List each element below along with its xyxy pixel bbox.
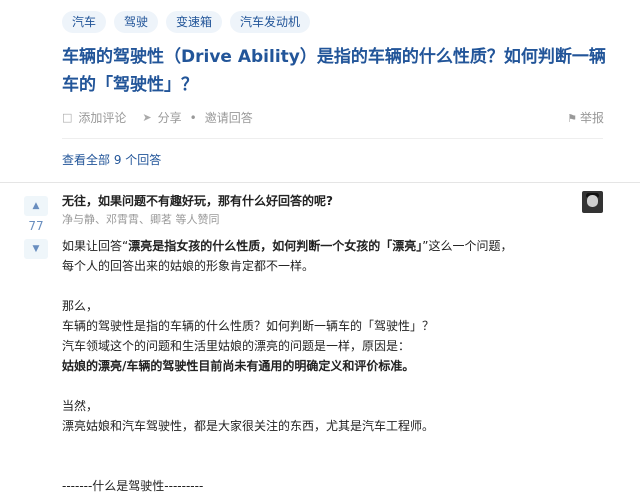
answer-line: 漂亮姑娘和汽车驾驶性，都是大家很关注的东西，尤其是汽车工程师。 (62, 416, 582, 436)
share-link[interactable]: 分享 (158, 109, 182, 126)
text: 那么， (62, 299, 99, 313)
text: 漂亮姑娘和汽车驾驶性，都是大家很关注的东西，尤其是汽车工程师。 (62, 419, 435, 433)
bold-text: 漂亮是指女孩的什么性质，如何判断一个女孩的「漂亮」 (128, 239, 423, 253)
text: ”这么一个问题， (422, 239, 513, 253)
vote-widget: ▲ 77 ▼ (24, 196, 48, 259)
question-title[interactable]: 车辆的驾驶性（Drive Ability）是指的车辆的什么性质？如何判断一辆车的… (62, 43, 607, 99)
vote-count: 77 (28, 219, 44, 233)
answer-line: 汽车领域这个的问题和生活里姑娘的漂亮的问题是一样，原因是： (62, 336, 582, 356)
view-all-answers-link[interactable]: 查看全部 9 个回答 (62, 151, 161, 168)
topic-tag[interactable]: 驾驶 (114, 11, 159, 33)
triangle-up-icon: ▲ (32, 201, 40, 211)
avatar[interactable] (582, 191, 603, 213)
comment-icon[interactable]: □ (62, 111, 72, 124)
answer-content: 如果让回答“漂亮是指女孩的什么性质，如何判断一个女孩的「漂亮」”这么一个问题， 每… (62, 236, 582, 496)
topic-tags: 汽车 驾驶 变速箱 汽车发动机 (62, 11, 311, 33)
text: 当然， (62, 399, 99, 413)
answer-line: 车辆的驾驶性是指的车辆的什么性质？如何判断一辆车的「驾驶性」？ (62, 316, 582, 336)
report-action[interactable]: ⚑ 举报 (567, 109, 604, 126)
question-actions: □ 添加评论 ➤ 分享 • 邀请回答 (62, 109, 253, 126)
bold-text: 姑娘的漂亮/车辆的驾驶性目前尚未有通用的明确定义和评价标准。 (62, 359, 415, 373)
topic-tag[interactable]: 汽车 (62, 11, 107, 33)
downvote-button[interactable]: ▼ (24, 239, 48, 259)
report-link[interactable]: 举报 (580, 111, 604, 125)
answer-line: -------什么是驾驶性--------- (62, 476, 582, 496)
separator-dot: • (189, 110, 197, 125)
divider (62, 138, 603, 139)
invite-answer-link[interactable]: 邀请回答 (205, 109, 253, 126)
author-info[interactable]: 无往，如果问题不有趣好玩，那有什么好回答的呢? (62, 191, 582, 211)
text: 汽车领域这个的问题和生活里姑娘的漂亮的问题是一样，原因是： (62, 339, 411, 353)
flag-icon: ⚑ (567, 112, 577, 125)
voters-list[interactable]: 净与静、邓霄霄、卿茗 等人赞同 (62, 211, 582, 229)
answer-line: 那么， (62, 296, 582, 316)
answer-line: 如果让回答“漂亮是指女孩的什么性质，如何判断一个女孩的「漂亮」”这么一个问题， (62, 236, 582, 256)
text: 如果让回答“ (62, 239, 129, 253)
answer-line: 当然， (62, 396, 582, 416)
text: -------什么是驾驶性--------- (62, 479, 204, 493)
answer-line: 每个人的回答出来的姑娘的形象肯定都不一样。 (62, 256, 582, 276)
divider (0, 182, 640, 183)
topic-tag[interactable]: 汽车发动机 (230, 11, 311, 33)
answer-item: 无往，如果问题不有趣好玩，那有什么好回答的呢? 净与静、邓霄霄、卿茗 等人赞同 … (62, 191, 582, 496)
share-icon[interactable]: ➤ (142, 111, 151, 124)
upvote-button[interactable]: ▲ (24, 196, 48, 216)
triangle-down-icon: ▼ (32, 244, 40, 254)
text: 每个人的回答出来的姑娘的形象肯定都不一样。 (62, 259, 315, 273)
text: 车辆的驾驶性是指的车辆的什么性质？如何判断一辆车的「驾驶性」？ (62, 319, 435, 333)
topic-tag[interactable]: 变速箱 (166, 11, 223, 33)
answer-line: 姑娘的漂亮/车辆的驾驶性目前尚未有通用的明确定义和评价标准。 (62, 356, 582, 376)
add-comment-link[interactable]: 添加评论 (78, 109, 126, 126)
